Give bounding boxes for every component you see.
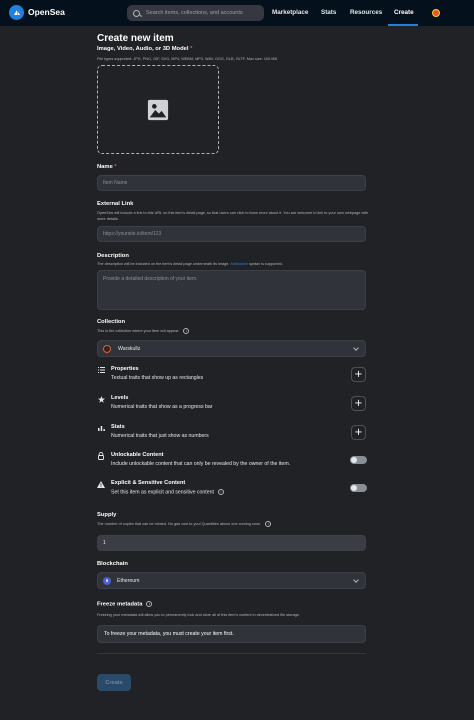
media-label: Image, Video, Audio, or 3D Model * (97, 46, 193, 52)
divider (97, 653, 366, 654)
blockchain-value: Ethereum (117, 577, 140, 584)
name-field[interactable] (97, 175, 366, 191)
image-placeholder-icon (147, 99, 169, 120)
warning-icon (97, 480, 105, 488)
search-input[interactable] (146, 10, 261, 16)
media-hint: File types supported: JPG, PNG, GIF, SVG… (97, 57, 277, 61)
create-button[interactable]: Create (97, 674, 131, 691)
levels-title: Levels (111, 395, 129, 401)
unlockable-title: Unlockable Content (111, 452, 164, 458)
external-link-label: External Link (97, 201, 134, 207)
blockchain-label: Blockchain (97, 561, 128, 567)
external-link-input[interactable] (103, 231, 365, 237)
properties-desc: Textual traits that show up as rectangle… (111, 375, 204, 381)
brand-name[interactable]: OpenSea (28, 7, 65, 17)
collection-label: Collection (97, 319, 126, 325)
supply-hint: The number of copies that can be minted.… (97, 521, 272, 527)
add-levels-button[interactable]: + (351, 396, 366, 411)
info-icon[interactable]: i (183, 328, 190, 334)
name-input[interactable] (103, 180, 365, 186)
unlockable-toggle[interactable] (350, 456, 367, 464)
properties-title: Properties (111, 366, 139, 372)
page-title: Create new item (97, 33, 174, 44)
supply-label: Supply (97, 512, 117, 518)
freeze-label: Freeze metadata i (97, 601, 153, 608)
explicit-toggle[interactable] (350, 484, 367, 492)
stats-title: Stats (111, 424, 125, 430)
collection-hint: This is the collection where your item w… (97, 328, 190, 334)
nav-stats[interactable]: Stats (321, 9, 336, 16)
search-bar[interactable] (127, 5, 264, 21)
description-label: Description (97, 253, 129, 259)
collection-value: Warskullz (118, 345, 141, 352)
explicit-desc: Set this item as explicit and sensitive … (111, 489, 224, 495)
lock-icon (97, 452, 105, 460)
add-stats-button[interactable]: + (351, 425, 366, 440)
nav-marketplace[interactable]: Marketplace (272, 9, 308, 16)
info-icon[interactable]: i (146, 601, 153, 607)
collection-avatar (103, 344, 111, 353)
chevron-down-icon (353, 345, 359, 351)
supply-field[interactable]: 1 (97, 535, 366, 551)
chevron-down-icon (353, 577, 359, 583)
description-textarea[interactable] (103, 271, 365, 309)
blockchain-select[interactable]: Ethereum (97, 572, 366, 589)
active-nav-indicator (388, 24, 418, 26)
unlockable-desc: Include unlockable content that can only… (111, 461, 291, 467)
stats-desc: Numerical traits that just show as numbe… (111, 433, 209, 439)
search-icon (133, 9, 140, 17)
explicit-title: Explicit & Sensitive Content (111, 480, 186, 486)
nav-create[interactable]: Create (394, 9, 414, 16)
list-icon (97, 366, 105, 374)
external-link-field[interactable] (97, 226, 366, 242)
description-hint: The description will be included on the … (97, 262, 283, 266)
freeze-message-box: To freeze your metadata, you must create… (97, 625, 366, 643)
freeze-hint: Freezing your metadata will allow you to… (97, 613, 300, 617)
info-icon[interactable]: i (265, 521, 272, 527)
star-icon (97, 395, 105, 403)
markdown-link[interactable]: Markdown (231, 262, 249, 266)
top-navbar: OpenSea Marketplace Stats Resources Crea… (0, 0, 474, 26)
collection-select[interactable]: Warskullz (97, 340, 366, 357)
info-icon[interactable]: i (217, 489, 224, 495)
bar-chart-icon (97, 424, 105, 432)
media-dropzone[interactable] (97, 65, 219, 154)
levels-desc: Numerical traits that show as a progress… (111, 404, 213, 410)
supply-value[interactable]: 1 (103, 540, 106, 546)
nav-resources[interactable]: Resources (350, 9, 382, 16)
name-label: Name * (97, 164, 117, 170)
ethereum-icon (103, 576, 111, 585)
description-field[interactable] (97, 270, 366, 310)
profile-avatar[interactable] (432, 9, 440, 17)
external-link-hint: OpenSea will include a link to this URL … (97, 211, 369, 221)
opensea-logo-icon[interactable] (9, 5, 24, 20)
add-properties-button[interactable]: + (351, 367, 366, 382)
